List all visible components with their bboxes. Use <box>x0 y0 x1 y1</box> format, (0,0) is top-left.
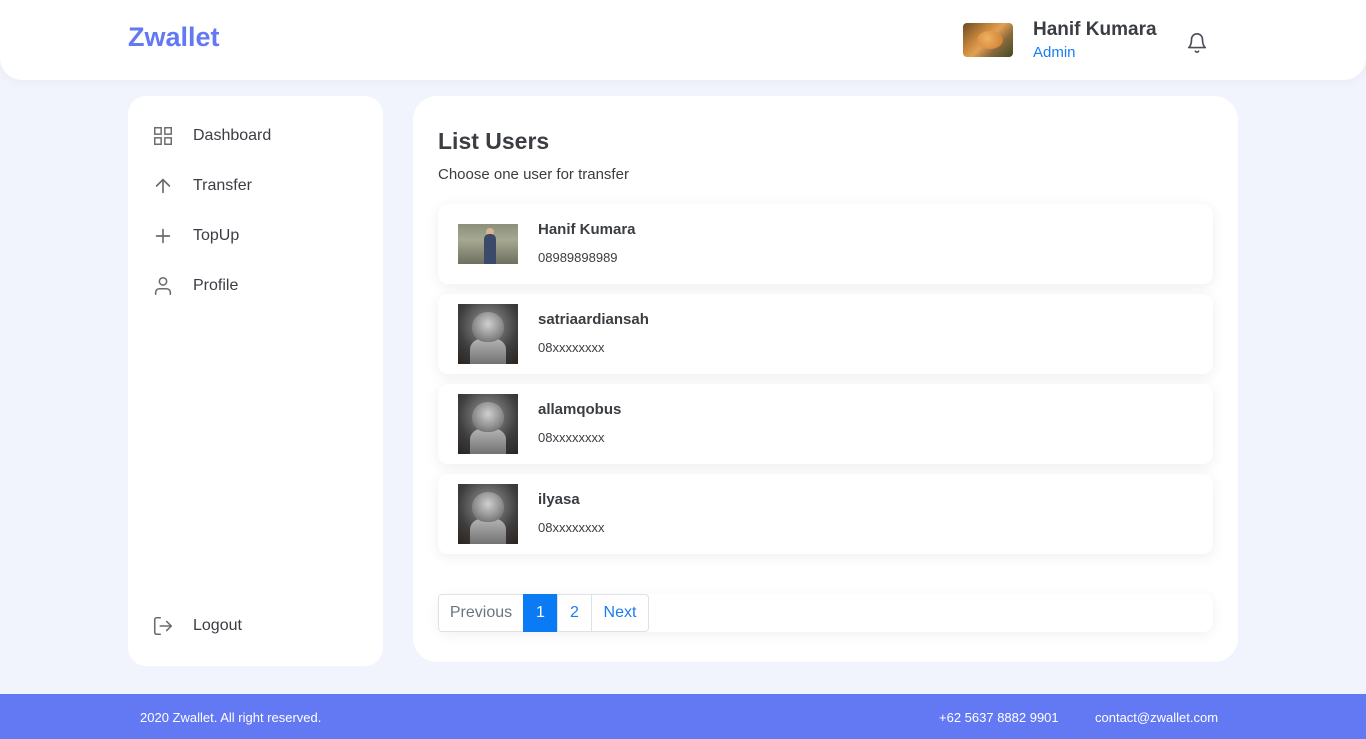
photo-figure <box>484 234 496 264</box>
next-page-button[interactable]: Next <box>591 594 649 632</box>
photo-face <box>472 312 504 342</box>
page-subtitle: Choose one user for transfer <box>438 166 629 183</box>
user-list-item[interactable]: Hanif Kumara 08989898989 <box>438 204 1213 284</box>
footer: 2020 Zwallet. All right reserved. +62 56… <box>0 694 1366 739</box>
header-avatar[interactable] <box>963 23 1013 57</box>
sidebar-item-dashboard[interactable]: Dashboard <box>152 123 362 149</box>
user-phone: 08989898989 <box>538 250 618 265</box>
avatar-image <box>977 31 1003 49</box>
sidebar-item-label: Dashboard <box>193 127 272 144</box>
plus-icon <box>155 228 171 244</box>
sidebar-item-label: TopUp <box>193 227 240 244</box>
pagination: Previous 1 2 Next <box>438 594 649 632</box>
sidebar-item-label: Transfer <box>193 177 252 194</box>
photo-face <box>472 402 504 432</box>
user-photo <box>458 224 518 264</box>
sidebar-item-label: Profile <box>193 277 239 294</box>
page-1-button[interactable]: 1 <box>523 594 558 632</box>
top-header: Zwallet Hanif Kumara Admin <box>0 0 1366 80</box>
sidebar-item-transfer[interactable]: Transfer <box>152 173 362 199</box>
previous-page-button[interactable]: Previous <box>438 594 524 632</box>
user-photo <box>458 304 518 364</box>
user-name: ilyasa <box>538 491 580 508</box>
user-name: allamqobus <box>538 401 622 418</box>
bell-icon[interactable] <box>1186 31 1208 55</box>
user-icon <box>154 276 172 296</box>
pagination-bar: Previous 1 2 Next <box>438 594 1213 632</box>
sidebar-item-logout[interactable]: Logout <box>152 613 362 639</box>
sidebar-item-label: Logout <box>193 617 242 634</box>
photo-face <box>472 492 504 522</box>
footer-email[interactable]: contact@zwallet.com <box>1095 710 1218 725</box>
logout-icon <box>153 616 173 636</box>
sidebar-item-topup[interactable]: TopUp <box>152 223 362 249</box>
header-user-name: Hanif Kumara <box>1033 19 1157 40</box>
main-panel: List Users Choose one user for transfer … <box>413 96 1238 662</box>
sidebar: Dashboard Transfer TopUp Profile Logout <box>128 96 383 666</box>
user-name: satriaardiansah <box>538 311 649 328</box>
user-photo <box>458 394 518 454</box>
brand-logo[interactable]: Zwallet <box>128 22 220 53</box>
footer-phone: +62 5637 8882 9901 <box>939 710 1059 725</box>
footer-copyright: 2020 Zwallet. All right reserved. <box>140 710 322 725</box>
sidebar-item-profile[interactable]: Profile <box>152 273 362 299</box>
header-user-role: Admin <box>1033 44 1076 61</box>
page-2-button[interactable]: 2 <box>557 594 592 632</box>
grid-icon <box>154 127 172 145</box>
user-list-item[interactable]: allamqobus 08xxxxxxxx <box>438 384 1213 464</box>
page-title: List Users <box>438 128 550 154</box>
user-name: Hanif Kumara <box>538 221 636 238</box>
user-photo <box>458 484 518 544</box>
arrow-up-icon <box>155 178 171 194</box>
user-phone: 08xxxxxxxx <box>538 340 605 355</box>
user-list-item[interactable]: satriaardiansah 08xxxxxxxx <box>438 294 1213 374</box>
user-phone: 08xxxxxxxx <box>538 520 605 535</box>
user-phone: 08xxxxxxxx <box>538 430 605 445</box>
user-list-item[interactable]: ilyasa 08xxxxxxxx <box>438 474 1213 554</box>
